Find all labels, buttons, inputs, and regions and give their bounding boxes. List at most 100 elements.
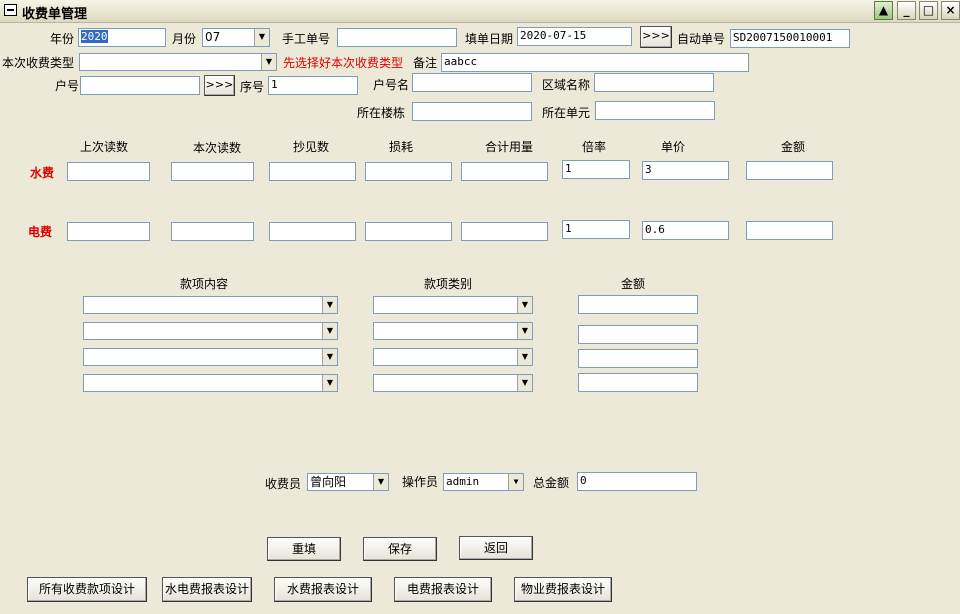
save-button[interactable]: 保存 xyxy=(363,537,437,561)
item-category-select[interactable]: ▼ xyxy=(373,296,533,314)
item-amount-field[interactable] xyxy=(578,349,698,368)
electric-loss-field[interactable] xyxy=(365,222,452,241)
title-bar: 收费单管理 ▲ _ □ × xyxy=(0,0,960,23)
fee-bill-window: 收费单管理 ▲ _ □ × 年份 2020 月份 07 ▼ 手工单号 填单日期 2… xyxy=(0,0,960,614)
window-menu-icon[interactable] xyxy=(4,4,17,16)
item-amount-field[interactable] xyxy=(578,325,698,344)
chevron-down-icon[interactable]: ▼ xyxy=(517,375,532,391)
fee-type-hint: 先选择好本次收费类型 xyxy=(283,56,404,70)
year-label: 年份 xyxy=(50,32,75,46)
remark-label: 备注 xyxy=(413,56,438,70)
unit-label: 所在单元 xyxy=(542,106,591,120)
close-button[interactable]: × xyxy=(941,1,960,20)
meter-header-unit-price: 单价 xyxy=(661,140,686,154)
account-field[interactable] xyxy=(80,76,200,95)
electric-read-count-field[interactable] xyxy=(269,222,356,241)
water-report-design-button[interactable]: 水费报表设计 xyxy=(274,577,372,602)
items-header-category: 款项类别 xyxy=(424,277,473,291)
operator-select[interactable]: admin ▼ xyxy=(443,473,524,491)
property-report-design-button[interactable]: 物业费报表设计 xyxy=(514,577,612,602)
electric-report-design-button[interactable]: 电费报表设计 xyxy=(394,577,492,602)
water-last-reading-field[interactable] xyxy=(67,162,150,181)
chevron-down-icon[interactable]: ▼ xyxy=(322,375,337,391)
items-header-content: 款项内容 xyxy=(180,277,229,291)
water-electric-report-design-button[interactable]: 水电费报表设计 xyxy=(162,577,252,602)
item-category-select[interactable]: ▼ xyxy=(373,322,533,340)
water-total-usage-field[interactable] xyxy=(461,162,548,181)
electric-fee-label: 电费 xyxy=(28,225,53,239)
item-content-select[interactable]: ▼ xyxy=(83,296,338,314)
operator-value: admin xyxy=(446,475,480,488)
unit-field[interactable] xyxy=(595,101,715,120)
water-amount-field[interactable] xyxy=(746,161,833,180)
water-read-count-field[interactable] xyxy=(269,162,356,181)
account-name-label: 户号名 xyxy=(373,78,410,92)
collector-value: 曾向阳 xyxy=(310,475,347,489)
chevron-down-icon[interactable]: ▼ xyxy=(322,297,337,313)
water-multiplier-field[interactable]: 1 xyxy=(562,160,630,179)
electric-multiplier-field[interactable]: 1 xyxy=(562,220,630,239)
month-value: 07 xyxy=(205,30,221,44)
remark-field[interactable]: aabcc xyxy=(441,53,749,72)
back-button[interactable]: 返回 xyxy=(459,536,533,560)
manual-no-label: 手工单号 xyxy=(282,32,331,46)
item-category-select[interactable]: ▼ xyxy=(373,348,533,366)
account-label: 户号 xyxy=(55,79,80,93)
chevron-down-icon[interactable]: ▼ xyxy=(322,349,337,365)
fee-type-select[interactable]: ▼ xyxy=(79,53,277,71)
building-label: 所在楼栋 xyxy=(357,106,406,120)
electric-current-reading-field[interactable] xyxy=(171,222,254,241)
chevron-down-icon[interactable]: ▼ xyxy=(322,323,337,339)
meter-header-loss: 损耗 xyxy=(389,140,414,154)
seq-field[interactable]: 1 xyxy=(268,76,358,95)
account-more-button[interactable]: >>> xyxy=(204,75,235,96)
electric-total-usage-field[interactable] xyxy=(461,222,548,241)
auto-no-field[interactable]: SD2007150010001 xyxy=(730,29,850,48)
water-current-reading-field[interactable] xyxy=(171,162,254,181)
meter-header-multiplier: 倍率 xyxy=(582,140,607,154)
year-field[interactable]: 2020 xyxy=(78,28,166,47)
manual-no-field[interactable] xyxy=(337,28,457,47)
area-field[interactable] xyxy=(594,73,714,92)
area-label: 区域名称 xyxy=(542,78,591,92)
account-name-field[interactable] xyxy=(412,73,532,92)
minimize-button[interactable]: _ xyxy=(897,1,916,20)
chevron-down-icon[interactable]: ▼ xyxy=(508,474,523,490)
chevron-down-icon[interactable]: ▼ xyxy=(517,349,532,365)
collector-label: 收费员 xyxy=(265,477,302,491)
meter-header-current-reading: 本次读数 xyxy=(193,141,242,155)
collector-select[interactable]: 曾向阳 ▼ xyxy=(307,473,389,491)
item-amount-field[interactable] xyxy=(578,295,698,314)
chevron-down-icon[interactable]: ▼ xyxy=(254,29,269,46)
electric-amount-field[interactable] xyxy=(746,221,833,240)
chevron-down-icon[interactable]: ▼ xyxy=(517,297,532,313)
total-amount-field[interactable]: 0 xyxy=(577,472,697,491)
month-select[interactable]: 07 ▼ xyxy=(202,28,270,47)
fill-date-label: 填单日期 xyxy=(465,32,514,46)
chevron-down-icon[interactable]: ▼ xyxy=(517,323,532,339)
electric-last-reading-field[interactable] xyxy=(67,222,150,241)
fee-type-label: 本次收费类型 xyxy=(2,56,75,70)
meter-header-total-usage: 合计用量 xyxy=(485,140,534,154)
meter-header-last-reading: 上次读数 xyxy=(80,140,129,154)
all-fee-items-design-button[interactable]: 所有收费款项设计 xyxy=(27,577,147,602)
seq-label: 序号 xyxy=(240,80,265,94)
building-field[interactable] xyxy=(412,102,532,121)
restore-up-button[interactable]: ▲ xyxy=(874,1,893,20)
chevron-down-icon[interactable]: ▼ xyxy=(373,474,388,490)
item-category-select[interactable]: ▼ xyxy=(373,374,533,392)
maximize-button[interactable]: □ xyxy=(919,1,938,20)
chevron-down-icon[interactable]: ▼ xyxy=(261,54,276,70)
water-loss-field[interactable] xyxy=(365,162,452,181)
electric-unit-price-field[interactable]: 0.6 xyxy=(642,221,729,240)
reset-button[interactable]: 重填 xyxy=(267,537,341,561)
item-content-select[interactable]: ▼ xyxy=(83,374,338,392)
water-fee-label: 水费 xyxy=(30,166,55,180)
item-content-select[interactable]: ▼ xyxy=(83,348,338,366)
fill-date-more-button[interactable]: >>> xyxy=(640,26,672,48)
item-content-select[interactable]: ▼ xyxy=(83,322,338,340)
water-unit-price-field[interactable]: 3 xyxy=(642,161,729,180)
items-header-amount: 金额 xyxy=(621,277,646,291)
fill-date-field[interactable]: 2020-07-15 xyxy=(517,27,632,46)
item-amount-field[interactable] xyxy=(578,373,698,392)
